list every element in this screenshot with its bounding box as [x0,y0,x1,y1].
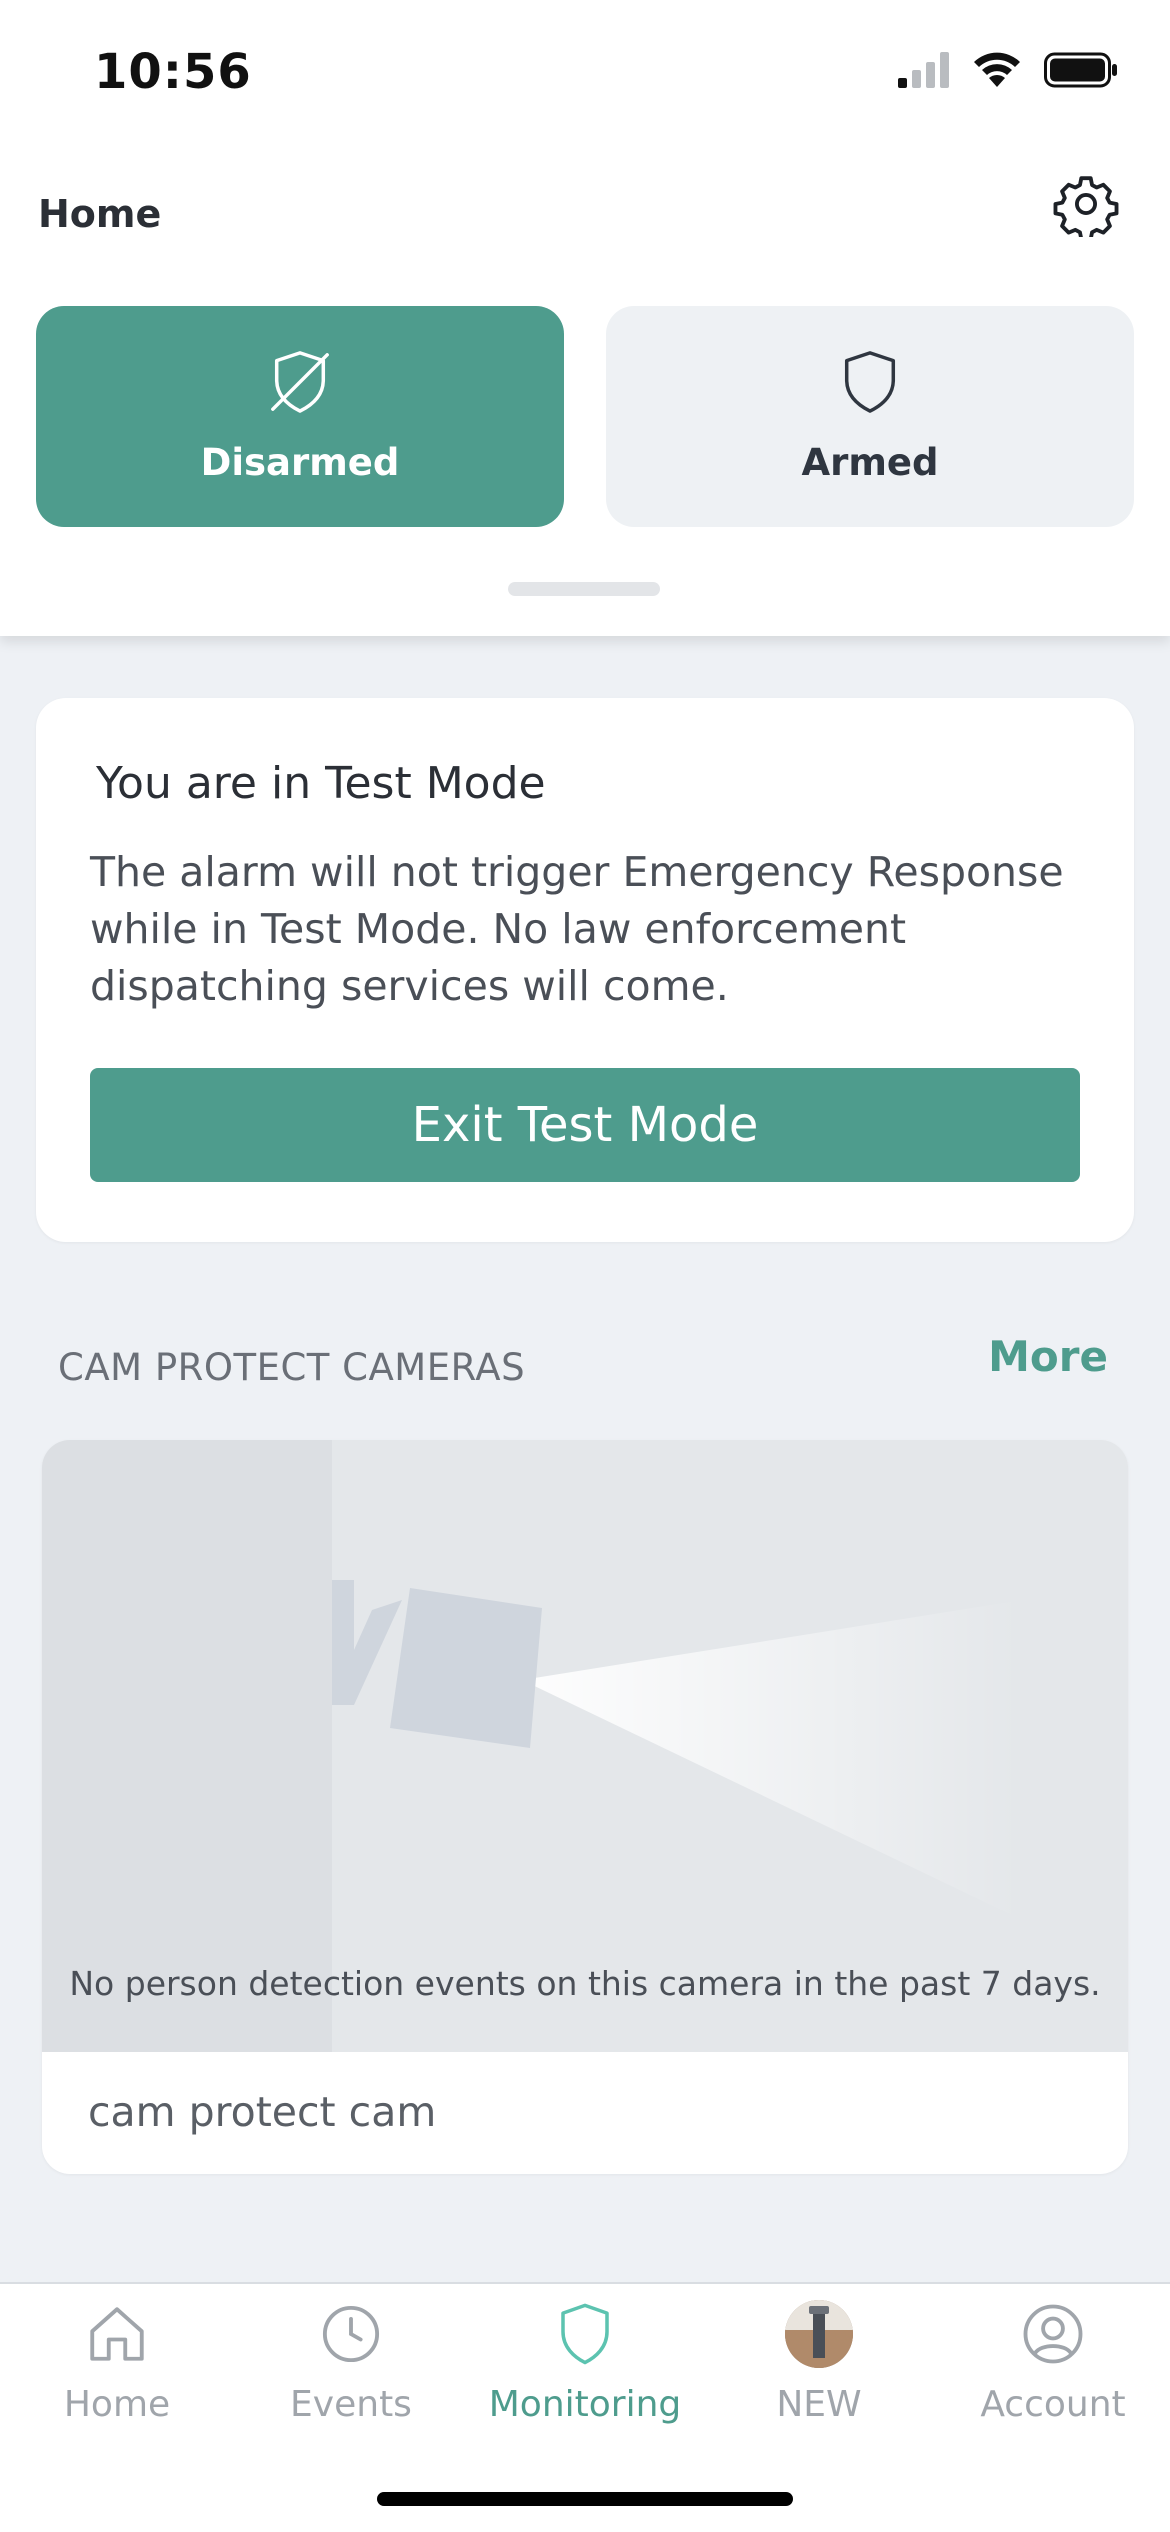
shield-icon [549,2298,621,2370]
tab-monitoring[interactable]: Monitoring [468,2298,702,2438]
test-mode-title: You are in Test Mode [96,758,546,809]
clock-icon [315,2298,387,2370]
test-mode-description: The alarm will not trigger Emergency Res… [90,848,1064,1010]
tab-label: Events [290,2384,412,2425]
camera-card[interactable]: No person detection events on this camer… [42,1440,1128,2174]
tab-account[interactable]: Account [936,2298,1170,2438]
camera-illustration [42,1440,1128,2052]
armed-mode-button[interactable]: Armed [606,306,1134,527]
tab-new[interactable]: NEW [702,2298,936,2438]
cellular-signal-icon [898,52,950,92]
tab-label: Home [63,2384,171,2425]
person-circle-icon [1017,2298,1089,2370]
home-indicator [377,2492,793,2506]
status-icons [898,48,1118,96]
cameras-section-title: CAM PROTECT CAMERAS [58,1346,526,1389]
tab-label: NEW [776,2384,862,2425]
tab-events[interactable]: Events [234,2298,468,2438]
settings-button[interactable] [1048,168,1124,244]
arming-sheet: 10:56 Home Disarmed Armed [0,0,1170,636]
disarmed-mode-button[interactable]: Disarmed [36,306,564,527]
test-mode-card: You are in Test Mode The alarm will not … [36,698,1134,1242]
more-cameras-link[interactable]: More [988,1332,1108,1381]
page-title: Home [38,192,162,236]
armed-label: Armed [801,441,939,484]
product-thumbnail [783,2298,855,2370]
sheet-drag-handle[interactable] [508,582,660,596]
tab-home[interactable]: Home [0,2298,234,2438]
camera-name: cam protect cam [88,2088,437,2136]
tab-label: Account [980,2384,1126,2425]
status-bar: 10:56 [0,0,1170,140]
disarmed-label: Disarmed [200,441,400,484]
shield-icon [840,349,900,419]
shield-slash-icon [268,349,332,419]
tab-label: Monitoring [488,2384,682,2425]
gear-icon [1053,171,1119,242]
camera-caption: No person detection events on this camer… [69,1964,1101,2003]
battery-icon [1044,52,1118,92]
house-icon [81,2298,153,2370]
camera-preview-placeholder: No person detection events on this camer… [42,1440,1128,2052]
status-time: 10:56 [94,44,252,100]
wifi-icon [972,51,1022,93]
exit-test-mode-button[interactable]: Exit Test Mode [90,1068,1080,1182]
